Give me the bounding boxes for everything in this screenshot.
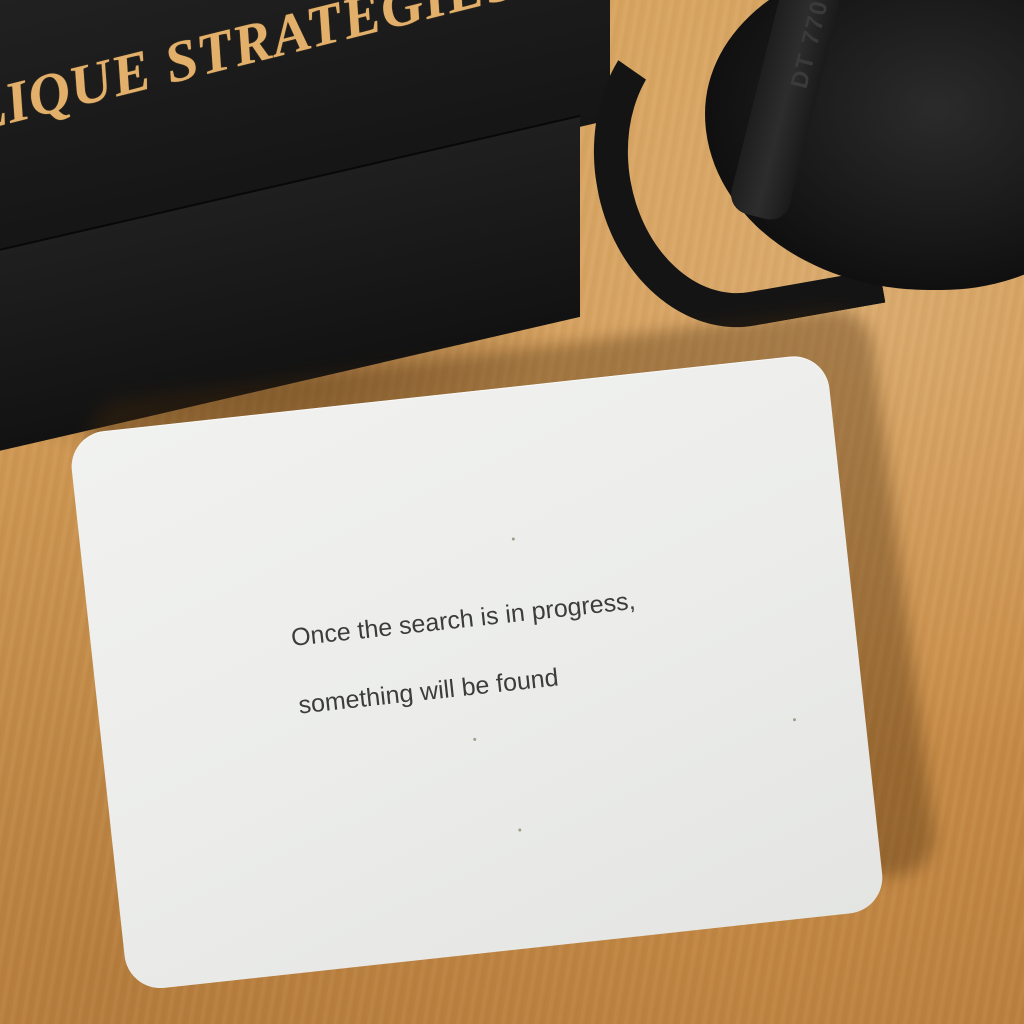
card-speck <box>792 718 797 722</box>
card-line-2: something will be found <box>297 663 560 720</box>
card-speck <box>518 828 522 832</box>
card-speck <box>511 537 515 541</box>
card-line-1: Once the search is in progress, <box>289 586 637 652</box>
card-speck <box>473 737 477 742</box>
headphones: DT 770 <box>568 0 1024 349</box>
photo-scene: BLIQUE STRATEGIES DT 770 Once the search… <box>0 0 1024 1024</box>
card-message: Once the search is in progress, somethin… <box>286 542 722 756</box>
strategy-card: Once the search is in progress, somethin… <box>68 352 887 992</box>
